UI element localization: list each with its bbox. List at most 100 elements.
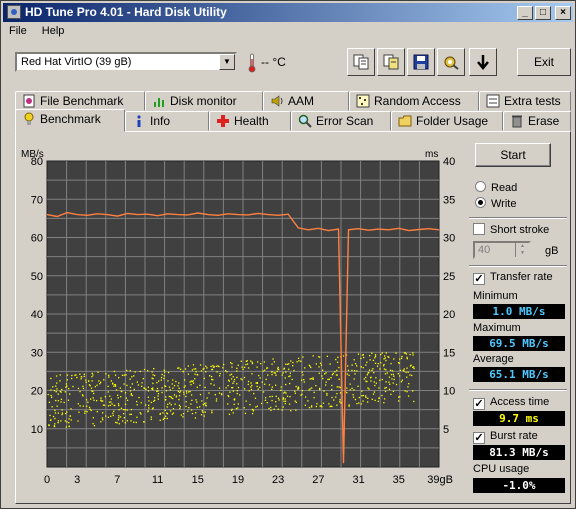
- chevron-down-icon[interactable]: ▼: [219, 54, 235, 70]
- tab-benchmark[interactable]: Benchmark: [15, 109, 125, 132]
- access-time-point: [240, 378, 242, 380]
- write-radio[interactable]: Write: [475, 197, 516, 210]
- access-time-point: [77, 403, 79, 405]
- access-time-point: [257, 388, 259, 390]
- access-time-point: [56, 388, 58, 390]
- options-button[interactable]: [437, 48, 465, 76]
- copy-screenshot-button[interactable]: [377, 48, 405, 76]
- maximize-button[interactable]: □: [535, 6, 551, 20]
- tab-info[interactable]: Info: [125, 111, 209, 131]
- access-time-check[interactable]: ✓: [473, 398, 485, 410]
- access-time-point: [251, 373, 253, 375]
- stepper-down-icon[interactable]: ▼: [516, 250, 529, 257]
- access-time-point: [115, 385, 117, 387]
- access-time-point: [213, 384, 215, 386]
- access-time-point: [136, 416, 138, 418]
- access-time-point: [130, 420, 132, 422]
- access-time-point: [329, 405, 331, 408]
- access-time-point: [57, 400, 59, 402]
- access-time-point: [373, 391, 376, 393]
- save-button[interactable]: [407, 48, 435, 76]
- access-time-point: [133, 375, 135, 377]
- access-time-point: [131, 376, 133, 378]
- access-time-point: [185, 401, 187, 403]
- access-time-point: [281, 409, 283, 411]
- access-time-point: [169, 389, 171, 391]
- tab-erase[interactable]: Erase: [503, 111, 571, 131]
- info-icon: [137, 115, 141, 127]
- access-time-point: [253, 392, 255, 395]
- access-time-point: [251, 384, 253, 387]
- y-tick-left: 30: [31, 347, 43, 359]
- minimize-button[interactable]: _: [517, 6, 533, 20]
- download-button[interactable]: [469, 48, 497, 76]
- access-time-point: [166, 412, 168, 414]
- tab-health[interactable]: Health: [209, 111, 291, 131]
- access-time-point: [406, 358, 408, 360]
- access-time-point: [211, 410, 213, 412]
- stepper-buttons[interactable]: ▲ ▼: [515, 243, 529, 257]
- exit-button[interactable]: Exit: [517, 48, 571, 76]
- tab-disk-monitor[interactable]: Disk monitor: [145, 91, 263, 111]
- access-time-point: [66, 411, 68, 413]
- access-time-point: [283, 368, 285, 370]
- copy-info-button[interactable]: [347, 48, 375, 76]
- access-time-point: [88, 406, 91, 409]
- access-time-point: [80, 376, 83, 378]
- access-time-point: [391, 370, 394, 372]
- access-time-point: [352, 394, 354, 396]
- access-time-point: [385, 369, 387, 371]
- tab-error-scan[interactable]: Error Scan: [291, 111, 391, 131]
- read-radio[interactable]: Read: [475, 181, 517, 194]
- access-time-point: [353, 389, 355, 391]
- close-button[interactable]: ×: [555, 6, 571, 20]
- drive-dropdown[interactable]: Red Hat VirtIO (39 gB) ▼: [15, 52, 237, 72]
- access-time-point: [284, 400, 287, 402]
- menu-help[interactable]: Help: [36, 23, 71, 39]
- access-time-point: [239, 394, 241, 396]
- access-time-point: [193, 368, 195, 370]
- access-time-point: [262, 391, 265, 393]
- read-radio-indicator[interactable]: [475, 181, 486, 192]
- access-time-point: [384, 357, 386, 359]
- x-tick-label: 35: [393, 474, 405, 486]
- access-time-point: [174, 403, 176, 405]
- burst-rate-checkbox[interactable]: ✓ Burst rate: [473, 430, 538, 444]
- access-time-point: [133, 388, 135, 391]
- access-time-point: [406, 367, 408, 369]
- tab-file-benchmark[interactable]: File Benchmark: [15, 91, 145, 111]
- tab-random-access[interactable]: Random Access: [349, 91, 479, 111]
- write-radio-indicator[interactable]: [475, 197, 486, 208]
- start-button[interactable]: Start: [475, 143, 551, 167]
- access-time-point: [363, 356, 365, 359]
- access-time-point: [282, 397, 285, 399]
- access-time-point: [113, 370, 115, 373]
- copy-screen-icon: [383, 54, 399, 70]
- access-time-point: [385, 359, 387, 362]
- short-stroke-size-stepper[interactable]: 40 ▲ ▼: [473, 241, 531, 259]
- y-tick-left: 40: [31, 309, 43, 321]
- tab-folder-usage[interactable]: Folder Usage: [391, 111, 503, 131]
- access-time-point: [123, 417, 125, 419]
- access-time-point: [53, 425, 56, 428]
- short-stroke-check[interactable]: [473, 223, 485, 235]
- short-stroke-checkbox[interactable]: Short stroke: [473, 223, 549, 236]
- maximum-label: Maximum: [473, 322, 521, 334]
- stepper-up-icon[interactable]: ▲: [516, 243, 529, 250]
- access-time-point: [189, 390, 191, 393]
- y-tick-left: 80: [31, 156, 43, 168]
- access-time-point: [383, 398, 386, 400]
- tab-extra-tests[interactable]: Extra tests: [479, 91, 571, 111]
- access-time-point: [110, 401, 112, 403]
- access-time-point: [171, 383, 173, 385]
- tab-aam[interactable]: AAM: [263, 91, 349, 111]
- access-time-point: [322, 369, 324, 371]
- transfer-rate-check[interactable]: ✓: [473, 273, 485, 285]
- access-time-checkbox[interactable]: ✓ Access time: [473, 396, 549, 410]
- access-time-point: [313, 397, 315, 399]
- access-time-point: [169, 410, 172, 412]
- menu-file[interactable]: File: [3, 23, 33, 39]
- burst-rate-check[interactable]: ✓: [473, 432, 485, 444]
- access-time-point: [335, 358, 337, 361]
- transfer-rate-checkbox[interactable]: ✓ Transfer rate: [473, 271, 553, 285]
